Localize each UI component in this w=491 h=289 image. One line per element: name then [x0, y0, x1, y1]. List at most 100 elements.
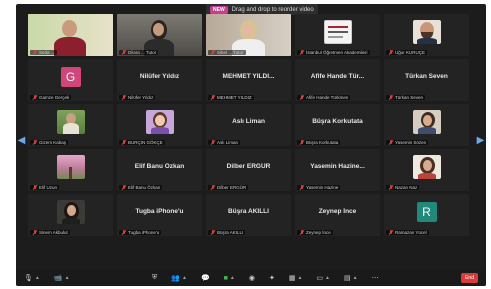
meeting-window: NEW Drag and drop to reorder video ◀ ▶ S… [16, 4, 486, 286]
participant-name-label: Nilüfer Yıldız [119, 95, 156, 100]
participant-name-label: Ramazan Yücel [386, 230, 429, 235]
participant-name-label: Gamze Gerçek [30, 95, 72, 100]
participant-tile[interactable]: Büşra Korkutata Büşra Korkutata [295, 104, 380, 146]
participant-tile[interactable]: BURÇIN GÖKÇE [117, 104, 202, 146]
participant-name: Dilara ... Tutor [128, 50, 157, 55]
participant-tile[interactable]: Büşra AKILLI Büşra AKILLI [206, 194, 291, 236]
participant-avatar: G [60, 67, 81, 87]
record-icon: ◉ [248, 275, 255, 282]
participants-icon: 👥 [171, 275, 180, 282]
participant-tile[interactable]: Yasemin Hazine... Yasemin Hazine [295, 149, 380, 191]
muted-microphone-icon [299, 140, 304, 145]
reactions-icon: ✦ [268, 275, 275, 282]
muted-microphone-icon [121, 50, 126, 55]
muted-microphone-icon [388, 50, 393, 55]
participant-name: Elif Banu Özkan [128, 185, 161, 190]
participant-name-label: Yasemin Hazine [297, 185, 341, 190]
shield-icon: ⛨ [152, 274, 158, 281]
participant-name-label: İstanbul Öğretmen Akademileri [297, 50, 370, 55]
participant-tile[interactable]: G Gamze Gerçek [28, 59, 113, 101]
participant-display-name: Aslı Liman [232, 118, 265, 125]
participant-tile[interactable]: Aslı Liman Aslı Liman [206, 104, 291, 146]
muted-microphone-icon [121, 185, 126, 190]
share-screen-button[interactable]: ■ ▲ [224, 275, 235, 282]
muted-microphone-icon [121, 230, 126, 235]
participant-tile[interactable]: MEHMET YILDI... MEHMET YILDIZ [206, 59, 291, 101]
muted-microphone-icon [299, 95, 304, 100]
participant-tile[interactable]: İstanbul Öğretmen Akademileri [295, 14, 380, 56]
muted-microphone-icon [388, 95, 393, 100]
participant-name: Gamze Gerçek [39, 95, 70, 100]
participant-display-name: Türkan Seven [405, 73, 448, 80]
participant-tile[interactable]: Türkan Seven Türkan Seven [384, 59, 469, 101]
muted-microphone-icon [32, 185, 37, 190]
participant-tile[interactable]: Sinem Akbulut [28, 194, 113, 236]
record-button[interactable]: ◉ [249, 274, 255, 282]
participant-name-label: Dilber ERGÜR [208, 185, 249, 190]
muted-microphone-icon [388, 185, 393, 190]
participant-name: Gizem Kabaş [39, 140, 67, 145]
participant-tile[interactable]: Nilüfer Yıldız Nilüfer Yıldız [117, 59, 202, 101]
participant-display-name: Tugba iPhone'u [135, 208, 184, 215]
participant-name: Sibel ... Tutor [217, 50, 244, 55]
participant-grid: Seda ... Dilara ... Tutor Sibel ... Tutor İ… [28, 14, 469, 281]
muted-microphone-icon [299, 230, 304, 235]
participant-name: İstanbul Öğretmen Akademileri [306, 50, 368, 55]
whiteboard-button[interactable]: ▭ ▲ [316, 274, 330, 282]
participant-tile[interactable]: Elif Uzun [28, 149, 113, 191]
muted-microphone-icon [32, 95, 37, 100]
participant-name: Seda ... [39, 50, 55, 55]
more-button[interactable]: ⋯ [372, 274, 379, 282]
participant-tile[interactable]: Afife Hande Tür... Afife Hande Türkmen [295, 59, 380, 101]
chat-button[interactable]: 💬 [201, 274, 210, 282]
participant-tile[interactable]: Uğur KURUÇE [384, 14, 469, 56]
next-page-arrow-icon[interactable]: ▶ [477, 132, 485, 148]
new-badge: NEW [210, 5, 228, 14]
end-meeting-button[interactable]: End [461, 273, 478, 283]
participant-name-label: Yasemin Sözen [386, 140, 429, 145]
video-button[interactable]: 📹 ▲ [54, 274, 70, 282]
participant-tile[interactable]: Yasemin Sözen [384, 104, 469, 146]
participant-tile[interactable]: Gizem Kabaş [28, 104, 113, 146]
muted-microphone-icon [210, 230, 215, 235]
participant-name: Yasemin Sözen [395, 140, 427, 145]
security-button[interactable]: ⛨ [152, 274, 157, 282]
participant-name-label: MEHMET YILDIZ [208, 95, 254, 100]
notes-button[interactable]: ▤ ▲ [344, 274, 358, 282]
participant-name-label: Nazan Naz [386, 185, 420, 190]
muted-microphone-icon [210, 140, 215, 145]
participant-tile[interactable]: Dilara ... Tutor [117, 14, 202, 56]
muted-microphone-icon [32, 140, 37, 145]
participant-display-name: Büşra Korkutata [312, 118, 363, 125]
participant-tile[interactable]: R Ramazan Yücel [384, 194, 469, 236]
participant-tile[interactable]: Elif Banu Özkan Elif Banu Özkan [117, 149, 202, 191]
participant-name: Zeynep İnce [306, 230, 331, 235]
participant-name: BURÇIN GÖKÇE [128, 140, 163, 145]
participant-tile[interactable]: Dilber ERGÜR Dilber ERGÜR [206, 149, 291, 191]
participant-name: Yasemin Hazine [306, 185, 339, 190]
participant-name: Ramazan Yücel [395, 230, 427, 235]
participant-display-name: MEHMET YILDI... [222, 73, 275, 80]
previous-page-arrow-icon[interactable]: ◀ [18, 132, 26, 148]
participant-tile[interactable]: Nazan Naz [384, 149, 469, 191]
reactions-button[interactable]: ✦ [269, 274, 275, 282]
meeting-toolbar: 🎙 ▲ 📹 ▲ ⛨ 👥 ▲ 💬 ■ ▲ ◉ ✦ ▦ ▲ ▭ ▲ ▤ ▲ ⋯ End [16, 270, 486, 286]
participant-tile[interactable]: Sibel ... Tutor [206, 14, 291, 56]
muted-microphone-icon [32, 230, 37, 235]
muted-microphone-icon [210, 95, 215, 100]
participants-button[interactable]: 👥 ▲ [171, 274, 187, 282]
participant-name: Büşra AKILLI [217, 230, 244, 235]
muted-microphone-icon [121, 95, 126, 100]
participant-name: Afife Hande Türkmen [306, 95, 349, 100]
apps-button[interactable]: ▦ ▲ [289, 274, 303, 282]
microphone-button[interactable]: 🎙 ▲ [24, 274, 40, 282]
participant-tile[interactable]: Seda ... [28, 14, 113, 56]
participant-name-label: Dilara ... Tutor [119, 50, 159, 55]
muted-microphone-icon [388, 140, 393, 145]
participant-name-label: Büşra Korkutata [297, 140, 341, 145]
participant-name-label: Büşra AKILLI [208, 230, 246, 235]
participant-tile[interactable]: Tugba iPhone'u Tugba iPhone'u [117, 194, 202, 236]
participant-tile[interactable]: Zeynep İnce Zeynep İnce [295, 194, 380, 236]
participant-display-name: Büşra AKILLI [228, 208, 269, 215]
chat-icon: 💬 [200, 275, 210, 282]
